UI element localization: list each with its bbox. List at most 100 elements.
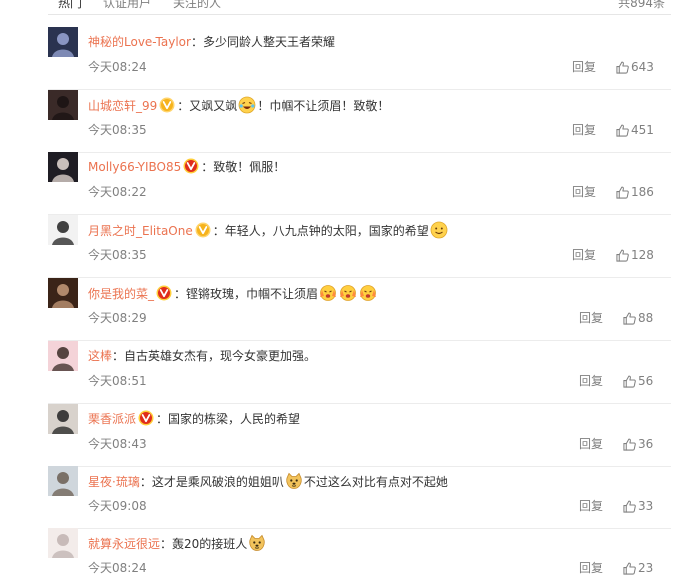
avatar[interactable] — [48, 278, 78, 308]
comment-text: 致敬！佩服！ — [213, 160, 286, 174]
comment-text: 轰20的接班人 — [172, 537, 248, 551]
reply-button[interactable]: 回复 — [572, 122, 596, 138]
comment-username[interactable]: 就算永远很远 — [88, 537, 160, 551]
verified-badge-red-icon — [138, 410, 154, 426]
like-button[interactable]: 36 — [623, 436, 653, 452]
tab-hot[interactable]: 热门 — [58, 0, 82, 11]
doge-icon — [248, 534, 266, 552]
reply-button[interactable]: 回复 — [572, 184, 596, 200]
verified-badge-gold-icon — [159, 97, 175, 113]
avatar[interactable] — [48, 90, 78, 120]
comment-timestamp: 今天08:22 — [88, 185, 147, 199]
avatar[interactable] — [48, 152, 78, 182]
comment-item: 神秘的Love-Taylor：多少同龄人整天王者荣耀 今天08:24 回复 643 — [48, 27, 671, 90]
comment-text: 自古英雄女杰有，现今女豪更加强。 — [124, 349, 317, 363]
comment-item: 这棒：自古英雄女杰有，现今女豪更加强。今天08:51 回复 56 — [48, 341, 671, 404]
comment-line: 就算永远很远：轰20的接班人 — [88, 534, 267, 553]
comment-text: 铿锵玫瑰，巾帼不让须眉 — [186, 287, 319, 301]
reply-button[interactable]: 回复 — [579, 310, 603, 326]
reply-button[interactable]: 回复 — [572, 247, 596, 263]
colon-separator: ： — [156, 412, 169, 426]
comment-username[interactable]: 你是我的菜_ — [88, 287, 154, 301]
like-button[interactable]: 33 — [623, 498, 653, 514]
like-count: 88 — [638, 311, 654, 325]
avatar[interactable] — [48, 404, 78, 434]
reply-button[interactable]: 回复 — [579, 436, 603, 452]
avatar[interactable] — [48, 528, 78, 558]
comment-item: 你是我的菜_ ：铿锵玫瑰，巾帼不让须眉今天08:29 回复 88 — [48, 278, 671, 341]
like-count: 23 — [638, 561, 654, 575]
thumbs-up-icon — [623, 374, 638, 388]
comment-text: 又飒又飒 — [189, 99, 238, 113]
thumbs-up-icon — [623, 499, 638, 513]
admire-icon — [339, 284, 357, 302]
verified-badge-red-icon — [156, 285, 172, 301]
like-button[interactable]: 128 — [616, 247, 654, 263]
verified-badge-gold-icon — [195, 222, 211, 238]
comment-item: 星夜·琉璃：这才是乘风破浪的姐姐叭 不过这么对比有点对不起她今天09:08 回复 33 — [48, 466, 671, 529]
divider — [48, 14, 671, 15]
comment-username[interactable]: Molly66-YIBO85 — [88, 160, 181, 174]
colon-separator: ： — [139, 475, 152, 489]
comment-line: 这棒：自古英雄女杰有，现今女豪更加强。 — [88, 347, 316, 365]
comment-timestamp: 今天09:08 — [88, 499, 147, 513]
comment-item: 栗香派派 ：国家的栋梁，人民的希望 今天08:43 回复 36 — [48, 404, 671, 467]
comment-username[interactable]: 这棒 — [88, 349, 112, 363]
tab-following[interactable]: 关注的人 — [173, 0, 221, 11]
like-count: 33 — [638, 499, 654, 513]
comment-timestamp: 今天08:29 — [88, 311, 147, 325]
avatar[interactable] — [48, 215, 78, 245]
thumbs-up-icon — [616, 123, 631, 137]
comment-timestamp: 今天08:51 — [88, 374, 147, 388]
avatar[interactable] — [48, 341, 78, 371]
comment-line: 神秘的Love-Taylor：多少同龄人整天王者荣耀 — [88, 33, 335, 51]
comment-item: 山城恋轩_99 ：又飒又飒 ！巾帼不让须眉！致敬！ 今天08:35 回复 451 — [48, 90, 671, 153]
like-count: 643 — [631, 60, 654, 74]
avatar[interactable] — [48, 466, 78, 496]
reply-button[interactable]: 回复 — [579, 560, 603, 576]
doge-icon — [285, 472, 303, 490]
colon-separator: ： — [190, 35, 203, 49]
comment-line: 山城恋轩_99 ：又飒又飒 ！巾帼不让须眉！致敬！ — [88, 96, 389, 115]
comment-filter-bar: 热门 认证用户 关注的人 共894条 — [0, 0, 679, 14]
reply-button[interactable]: 回复 — [579, 498, 603, 514]
comment-text: 年轻人，八九点钟的太阳，国家的希望 — [224, 224, 429, 238]
comment-username[interactable]: 神秘的Love-Taylor — [88, 35, 191, 49]
comment-line: 月黑之时_ElitaOne ：年轻人，八九点钟的太阳，国家的希望 — [88, 221, 449, 240]
like-count: 186 — [631, 185, 654, 199]
comment-text-continued: ！巾帼不让须眉！致敬！ — [257, 99, 390, 113]
like-button[interactable]: 88 — [623, 310, 653, 326]
comment-username[interactable]: 栗香派派 — [88, 412, 136, 426]
thumbs-up-icon — [623, 311, 638, 325]
comment-username[interactable]: 月黑之时_ElitaOne — [88, 224, 193, 238]
comment-username[interactable]: 星夜·琉璃 — [88, 475, 140, 489]
like-button[interactable]: 56 — [623, 373, 653, 389]
comment-line: 栗香派派 ：国家的栋梁，人民的希望 — [88, 410, 300, 428]
like-count: 56 — [638, 374, 654, 388]
admire-icon — [319, 284, 337, 302]
like-button[interactable]: 643 — [616, 59, 654, 75]
admire-icon — [359, 284, 377, 302]
comment-username[interactable]: 山城恋轩_99 — [88, 99, 157, 113]
colon-separator: ： — [112, 349, 125, 363]
like-button[interactable]: 23 — [623, 560, 653, 576]
comment-item: 就算永远很远：轰20的接班人 今天08:24 回复 23 — [48, 528, 671, 583]
thumbs-up-icon — [623, 437, 638, 451]
comment-line: 你是我的菜_ ：铿锵玫瑰，巾帼不让须眉 — [88, 284, 378, 303]
comment-timestamp: 今天08:35 — [88, 248, 147, 262]
colon-separator: ： — [201, 160, 214, 174]
colon-separator: ： — [212, 224, 225, 238]
comment-panel: 热门 认证用户 关注的人 共894条 神秘的Love-Taylor：多少同龄人整… — [0, 0, 679, 583]
reply-button[interactable]: 回复 — [572, 59, 596, 75]
comment-item: Molly66-YIBO85 ：致敬！佩服！ 今天08:22 回复 186 — [48, 152, 671, 215]
tab-verified-users[interactable]: 认证用户 — [103, 0, 151, 11]
reply-button[interactable]: 回复 — [579, 373, 603, 389]
like-button[interactable]: 451 — [616, 122, 654, 138]
like-button[interactable]: 186 — [616, 184, 654, 200]
comment-text-continued: 不过这么对比有点对不起她 — [303, 475, 448, 489]
comment-text: 这才是乘风破浪的姐姐叭 — [151, 475, 284, 489]
colon-separator: ： — [177, 99, 190, 113]
thumbs-up-icon — [616, 60, 631, 74]
avatar[interactable] — [48, 27, 78, 57]
comment-text: 国家的栋梁，人民的希望 — [168, 412, 301, 426]
